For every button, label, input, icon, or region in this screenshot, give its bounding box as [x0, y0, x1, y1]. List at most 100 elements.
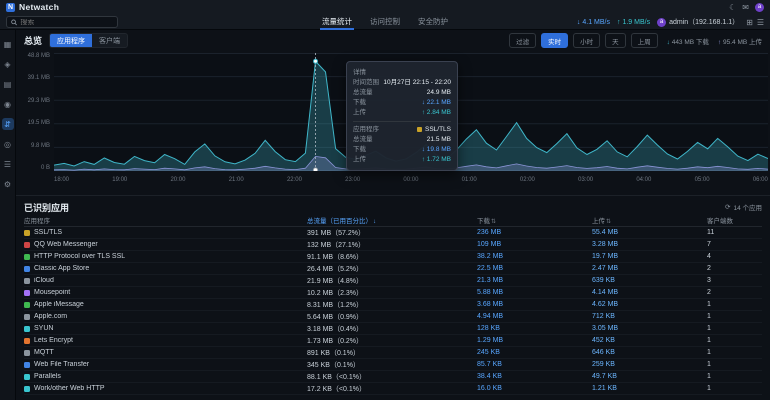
app-total: 8.31 MB（1.2%）: [307, 300, 477, 310]
app-total: 891 KB（0.1%）: [307, 348, 477, 358]
y-tick: 39.1 MB: [28, 75, 50, 81]
sidebar-item-topology[interactable]: ◈: [2, 58, 14, 70]
x-tick: 02:00: [520, 177, 535, 183]
x-tick: 03:00: [578, 177, 593, 183]
app-upload: 646 KB: [592, 349, 707, 356]
brand[interactable]: N Netwatch: [6, 2, 59, 12]
app-download: 4.94 MB: [477, 313, 592, 320]
range-live-button[interactable]: 实时: [541, 33, 568, 48]
sidebar-item-traffic[interactable]: ⇵: [2, 118, 14, 130]
tooltip-total-label: 总流量: [353, 88, 373, 98]
x-tick: 04:00: [636, 177, 651, 183]
sidebar-item-clients[interactable]: ◉: [2, 98, 14, 110]
app-icon: [24, 326, 30, 332]
app-name: SYUN: [34, 325, 53, 332]
app-upload: 49.7 KB: [592, 373, 707, 380]
sidebar-item-settings[interactable]: ⚙: [2, 178, 14, 190]
segment-applications[interactable]: 应用程序: [50, 34, 92, 47]
segment-clients[interactable]: 客户端: [92, 34, 127, 47]
app-total: 1.73 MB（0.2%）: [307, 336, 477, 346]
table-row[interactable]: Apple iMessage 8.31 MB（1.2%） 3.68 MB 4.6…: [24, 299, 762, 311]
list-view-icon[interactable]: ☰: [757, 18, 764, 27]
table-row[interactable]: Work/other Web HTTP 17.2 KB（<0.1%） 16.0 …: [24, 383, 762, 395]
app-download: 236 MB: [477, 229, 592, 236]
y-tick: 48.8 MB: [28, 53, 50, 59]
app-count-label: 14 个应用: [733, 202, 762, 212]
table-row[interactable]: iCloud 21.9 MB（4.8%） 21.3 MB 639 KB 3: [24, 275, 762, 287]
app-total: 17.2 KB（<0.1%）: [307, 384, 477, 394]
user-avatar[interactable]: a: [755, 3, 764, 12]
app-upload: 639 KB: [592, 277, 707, 284]
app-name: Web File Transfer: [34, 361, 89, 368]
table-row[interactable]: Classic App Store 26.4 MB（5.2%） 22.5 MB …: [24, 263, 762, 275]
col-total[interactable]: 总流量（已用百分比）↓: [307, 215, 477, 225]
sidebar-item-logs[interactable]: ☰: [2, 158, 14, 170]
x-tick: 01:00: [462, 177, 477, 183]
tooltip-total-value: 24.9 MB: [427, 88, 451, 98]
app-upload: 2.47 MB: [592, 265, 707, 272]
tab-security[interactable]: 安全防护: [416, 14, 450, 30]
grid-view-icon[interactable]: ⊞: [746, 18, 753, 27]
table-row[interactable]: MQTT 891 KB（0.1%） 245 KB 646 KB 1: [24, 347, 762, 359]
sidebar-item-devices[interactable]: ▤: [2, 78, 14, 90]
chart-tooltip: 详情 时间范围10月27日 22:15 - 22:20 总流量24.9 MB 下…: [346, 61, 458, 171]
app-clients: 1: [707, 337, 762, 344]
col-total-label: 总流量（已用百分比）: [307, 218, 372, 225]
app-upload: 1.21 KB: [592, 385, 707, 392]
table-row[interactable]: Parallels 88.1 KB（<0.1%） 38.4 KB 49.7 KB…: [24, 371, 762, 383]
app-download: 38.2 MB: [477, 253, 592, 260]
app-download: 85.7 KB: [477, 361, 592, 368]
x-tick: 22:00: [287, 177, 302, 183]
identified-apps-section: 已识别应用 ⟳ 14 个应用 应用程序 总流量（已用百分比）↓ 下载⇅ 上传⇅ …: [16, 195, 770, 395]
title-row: N Netwatch ☾ ✉ a: [0, 0, 770, 14]
sidebar-item-security[interactable]: ◎: [2, 138, 14, 150]
table-row[interactable]: QQ Web Messenger 132 MB（27.1%） 109 MB 3.…: [24, 239, 762, 251]
col-download[interactable]: 下载⇅: [477, 215, 592, 225]
refresh-icon[interactable]: ⟳: [725, 203, 730, 211]
sort-desc-icon: ↓: [373, 219, 376, 225]
tab-traffic-stats[interactable]: 流量统计: [320, 14, 354, 30]
table-row[interactable]: SYUN 3.18 MB（0.4%） 128 KB 3.05 MB 1: [24, 323, 762, 335]
table-row[interactable]: SSL/TLS 391 MB（57.2%） 236 MB 55.4 MB 11: [24, 227, 762, 239]
search-input[interactable]: [20, 19, 113, 26]
range-week-button[interactable]: 上周: [631, 33, 658, 48]
table-row[interactable]: Apple.com 5.64 MB（0.9%） 4.94 MB 712 KB 1: [24, 311, 762, 323]
tooltip-up-label: 上传: [353, 108, 366, 118]
notifications-icon[interactable]: ✉: [742, 3, 749, 12]
header-actions: ☾ ✉ a: [729, 3, 764, 12]
app-upload: 3.28 MB: [592, 241, 707, 248]
tooltip-time-value: 10月27日 22:15 - 22:20: [383, 78, 451, 88]
overview-title: 总览: [24, 34, 42, 47]
tooltip-app-label: 应用程序: [353, 125, 379, 135]
range-day-button[interactable]: 天: [605, 33, 626, 48]
table-row[interactable]: Lets Encrypt 1.73 MB（0.2%） 1.29 MB 452 K…: [24, 335, 762, 347]
app-clients: 1: [707, 373, 762, 380]
x-tick: 18:00: [54, 177, 69, 183]
tooltip-app-down-label: 下载: [353, 145, 366, 155]
table-row[interactable]: Web File Transfer 345 KB（0.1%） 85.7 KB 2…: [24, 359, 762, 371]
app-icon: [24, 350, 30, 356]
app-total: 5.64 MB（0.9%）: [307, 312, 477, 322]
app-icon: [24, 302, 30, 308]
app-name: Mousepoint: [34, 289, 70, 296]
app-upload: 3.05 MB: [592, 325, 707, 332]
col-clients[interactable]: 客户端数: [707, 215, 762, 225]
table-row[interactable]: HTTP Protocol over TLS SSL 91.1 MB（8.6%）…: [24, 251, 762, 263]
header-status: ↓ 4.1 MB/s ↑ 1.9 MB/s a admin（192.168.1.…: [577, 17, 764, 27]
search-box[interactable]: [6, 16, 118, 28]
tab-access-control[interactable]: 访问控制: [368, 14, 402, 30]
traffic-chart-plot[interactable]: 详情 时间范围10月27日 22:15 - 22:20 总流量24.9 MB 下…: [54, 53, 768, 171]
app-download: 16.0 KB: [477, 385, 592, 392]
app-download: 21.3 MB: [477, 277, 592, 284]
app-clients: 7: [707, 241, 762, 248]
current-user[interactable]: a admin（192.168.1.1）: [657, 17, 739, 27]
filter-button[interactable]: 过滤: [509, 33, 536, 48]
table-row[interactable]: Mousepoint 10.2 MB（2.3%） 5.88 MB 4.14 MB…: [24, 287, 762, 299]
sidebar-item-dashboard[interactable]: ▦: [2, 38, 14, 50]
range-hour-button[interactable]: 小时: [573, 33, 600, 48]
app-name: HTTP Protocol over TLS SSL: [34, 253, 125, 260]
col-upload[interactable]: 上传⇅: [592, 215, 707, 225]
theme-toggle-icon[interactable]: ☾: [729, 3, 736, 12]
col-app[interactable]: 应用程序: [24, 215, 307, 225]
user-name: admin（192.168.1.1）: [669, 17, 739, 27]
